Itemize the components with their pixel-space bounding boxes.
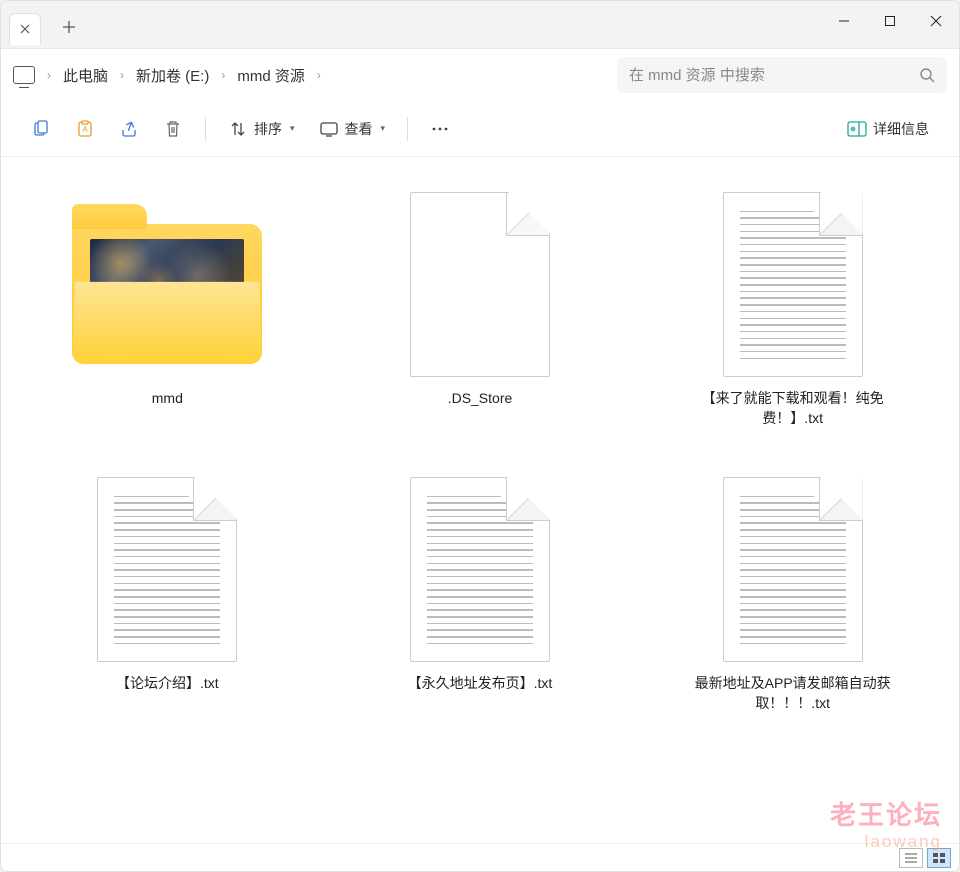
new-tab-button[interactable] bbox=[49, 7, 89, 47]
chevron-icon[interactable]: › bbox=[313, 68, 325, 82]
details-pane-button[interactable]: 详细信息 bbox=[837, 111, 939, 147]
file-item[interactable]: .DS_Store bbox=[334, 181, 627, 436]
chevron-icon[interactable]: › bbox=[217, 68, 229, 82]
breadcrumb-item[interactable]: 此电脑 bbox=[55, 59, 116, 92]
breadcrumb: › 此电脑 › 新加卷 (E:) › mmd 资源 › bbox=[43, 59, 609, 92]
search-input[interactable] bbox=[629, 67, 911, 84]
sort-label: 排序 bbox=[254, 119, 282, 139]
file-icon bbox=[410, 192, 550, 377]
chevron-down-icon: ▾ bbox=[381, 123, 386, 134]
details-label: 详细信息 bbox=[873, 119, 929, 139]
share-button[interactable] bbox=[109, 111, 149, 147]
item-label: 【来了就能下载和观看！纯免费！】.txt bbox=[673, 389, 913, 428]
close-tab-button[interactable] bbox=[9, 13, 41, 45]
chevron-down-icon: ▾ bbox=[290, 123, 295, 134]
icons-view-toggle[interactable] bbox=[927, 848, 951, 868]
text-file-icon bbox=[723, 477, 863, 662]
chevron-icon[interactable]: › bbox=[43, 68, 55, 82]
item-label: 【永久地址发布页】.txt bbox=[408, 674, 553, 694]
item-label: mmd bbox=[152, 389, 183, 409]
this-pc-icon bbox=[13, 66, 35, 84]
search-icon bbox=[919, 67, 935, 83]
view-icon bbox=[319, 119, 339, 139]
details-icon bbox=[847, 119, 867, 139]
copy-icon bbox=[31, 119, 51, 139]
paste-button[interactable]: A bbox=[65, 111, 105, 147]
item-label: 最新地址及APP请发邮箱自动获取！！！.txt bbox=[673, 674, 913, 713]
folder-icon bbox=[72, 204, 262, 364]
search-box[interactable] bbox=[617, 57, 947, 93]
maximize-button[interactable] bbox=[867, 1, 913, 41]
text-file-icon bbox=[410, 477, 550, 662]
copy-button[interactable] bbox=[21, 111, 61, 147]
view-label: 查看 bbox=[345, 119, 373, 139]
details-view-toggle[interactable] bbox=[899, 848, 923, 868]
file-item[interactable]: 最新地址及APP请发邮箱自动获取！！！.txt bbox=[646, 466, 939, 721]
paste-icon: A bbox=[75, 119, 95, 139]
svg-text:A: A bbox=[82, 125, 88, 134]
item-label: 【论坛介绍】.txt bbox=[116, 674, 219, 694]
item-label: .DS_Store bbox=[448, 389, 513, 409]
text-file-icon bbox=[97, 477, 237, 662]
close-window-button[interactable] bbox=[913, 1, 959, 41]
share-icon bbox=[119, 119, 139, 139]
file-item[interactable]: 【永久地址发布页】.txt bbox=[334, 466, 627, 721]
folder-item[interactable]: mmd bbox=[21, 181, 314, 436]
minimize-button[interactable] bbox=[821, 1, 867, 41]
view-button[interactable]: 查看 ▾ bbox=[309, 111, 396, 147]
trash-icon bbox=[163, 119, 183, 139]
file-item[interactable]: 【论坛介绍】.txt bbox=[21, 466, 314, 721]
file-grid: mmd .DS_Store 【来了就能下载和观看！纯免费！】.txt 【论坛介绍 bbox=[1, 157, 959, 843]
sort-button[interactable]: 排序 ▾ bbox=[218, 111, 305, 147]
delete-button[interactable] bbox=[153, 111, 193, 147]
text-file-icon bbox=[723, 192, 863, 377]
breadcrumb-item[interactable]: mmd 资源 bbox=[229, 59, 313, 92]
more-button[interactable] bbox=[420, 111, 460, 147]
breadcrumb-item[interactable]: 新加卷 (E:) bbox=[128, 59, 217, 92]
file-item[interactable]: 【来了就能下载和观看！纯免费！】.txt bbox=[646, 181, 939, 436]
sort-icon bbox=[228, 119, 248, 139]
more-icon bbox=[430, 119, 450, 139]
chevron-icon[interactable]: › bbox=[116, 68, 128, 82]
